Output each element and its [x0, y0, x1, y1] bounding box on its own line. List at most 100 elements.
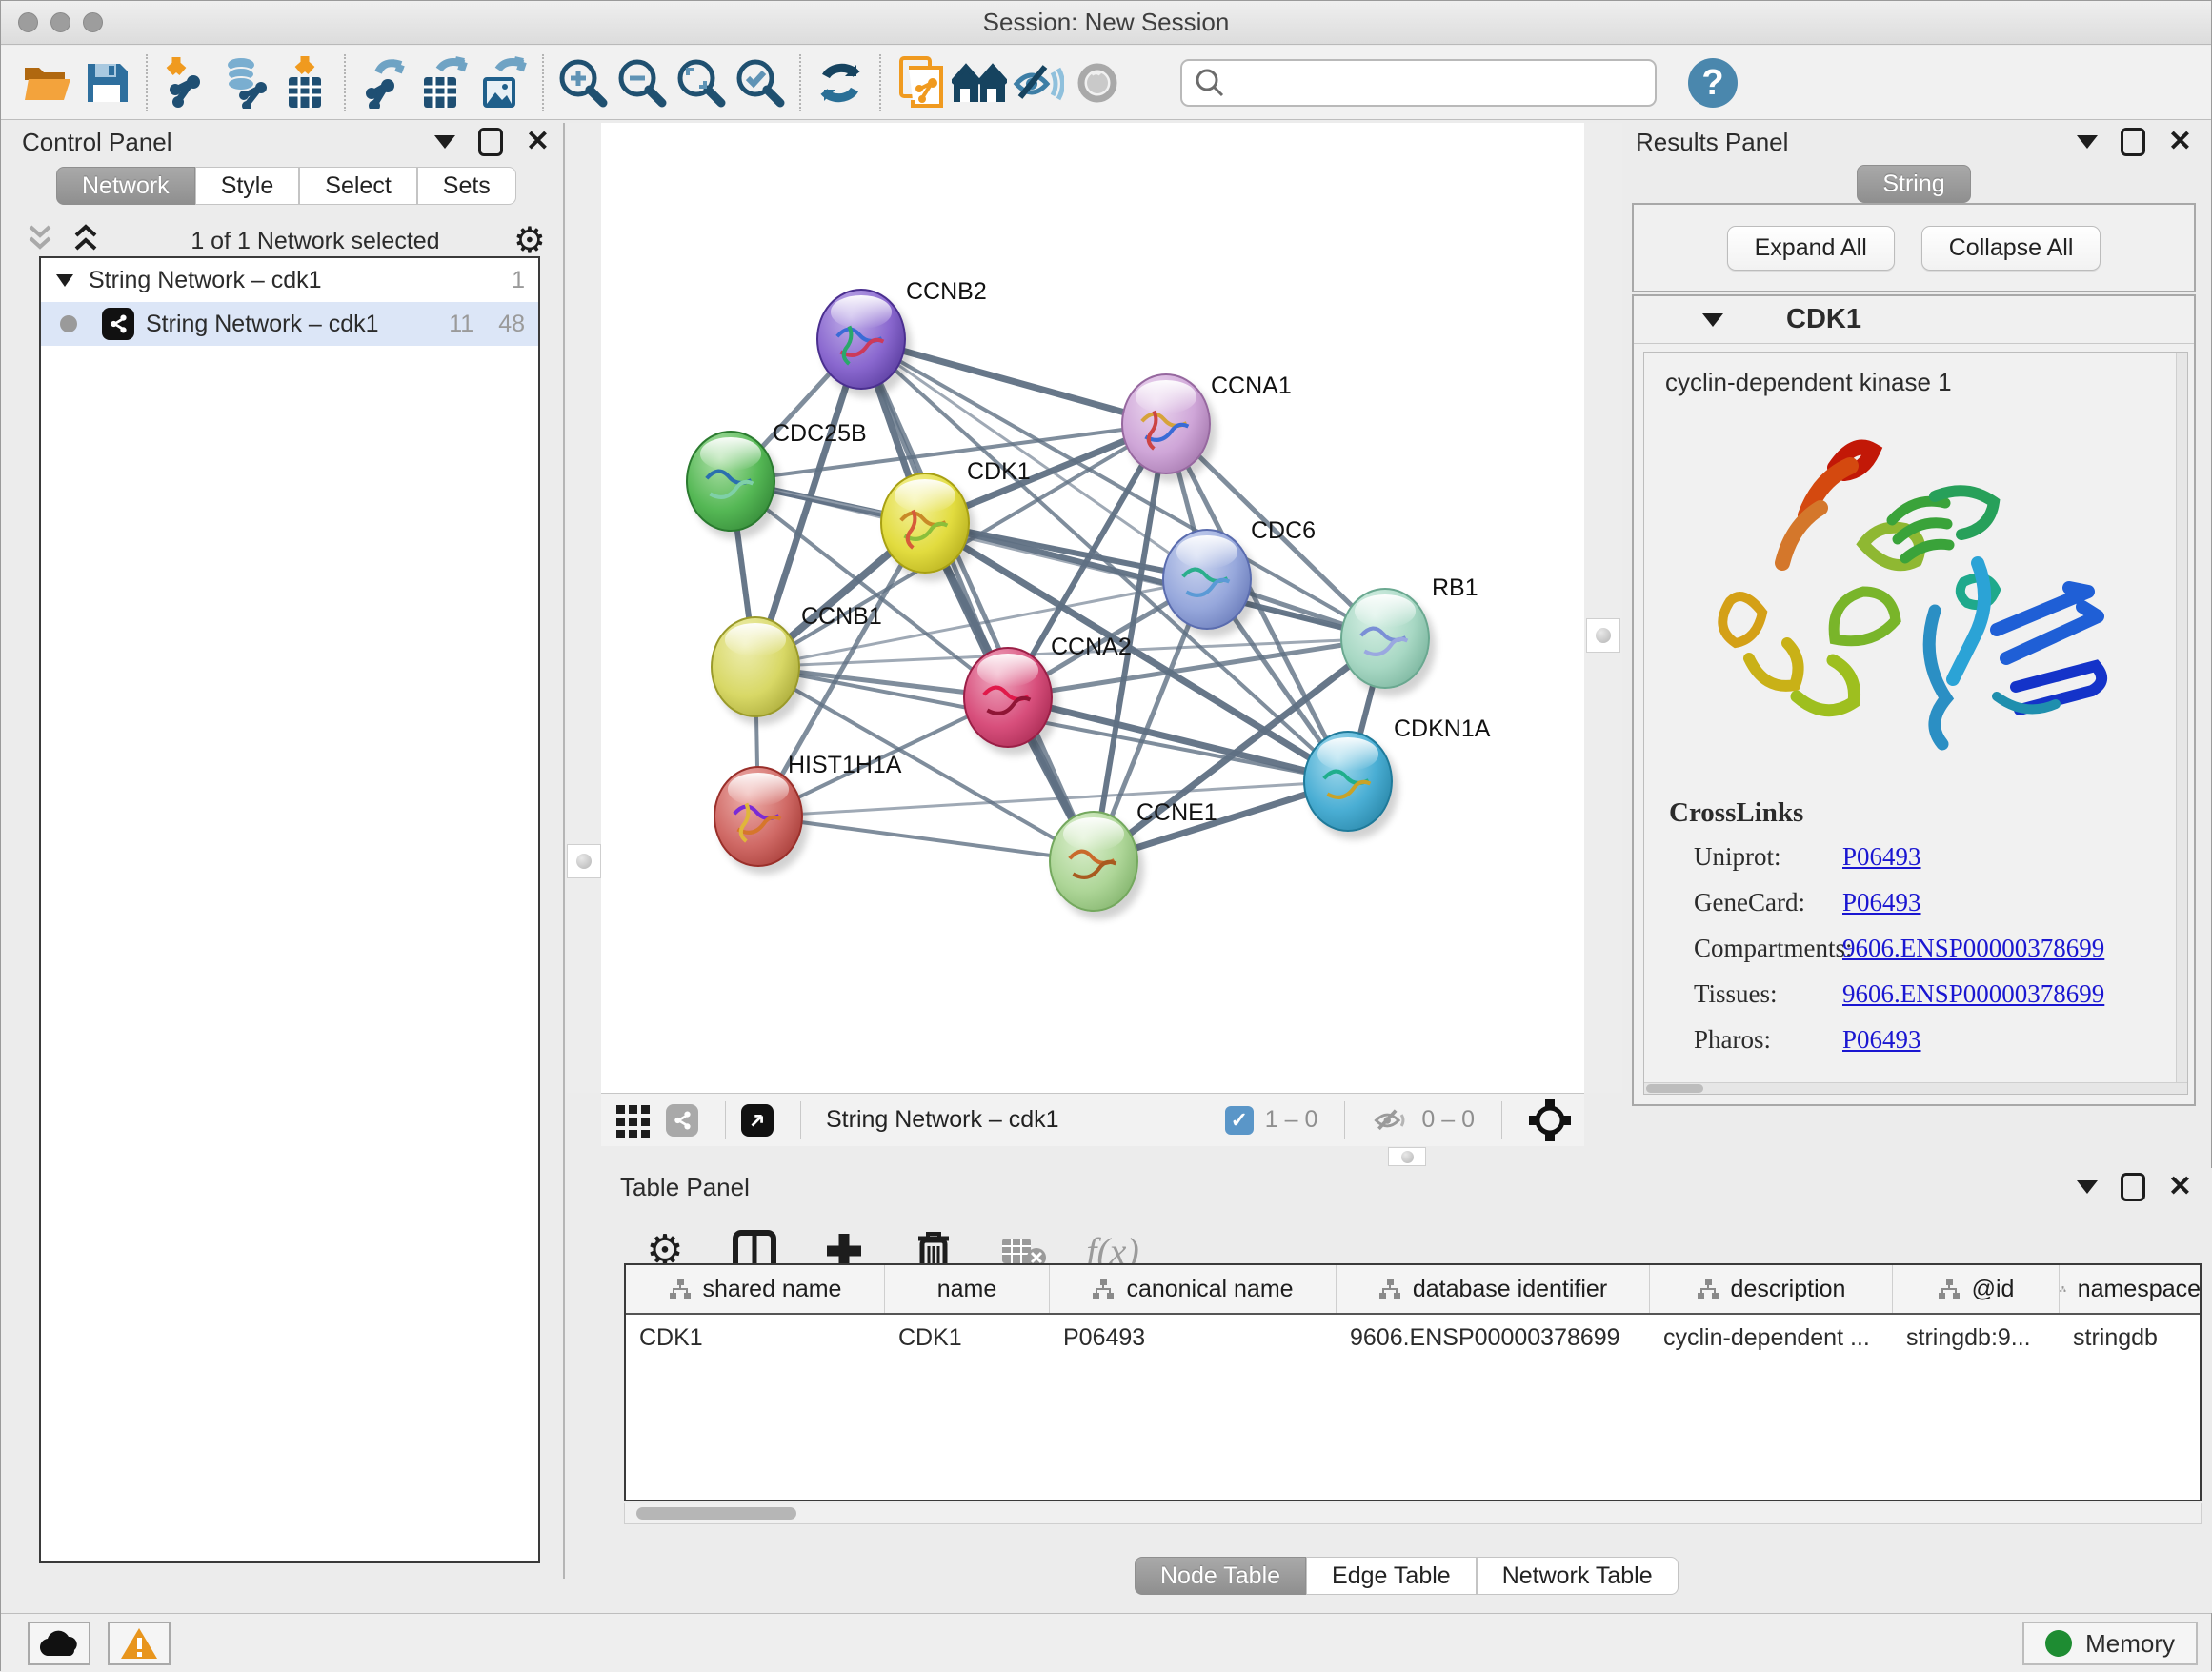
control-panel-menu-icon[interactable] — [434, 135, 455, 149]
zoom-fit-button[interactable] — [672, 53, 731, 112]
right-splitter-handle[interactable] — [1586, 618, 1620, 653]
cell-shared-name[interactable]: CDK1 — [626, 1315, 885, 1360]
edge-HIST1H1A-CCNE1[interactable] — [758, 816, 1094, 861]
horizontal-splitter-handle[interactable] — [1388, 1147, 1426, 1166]
selected-checkbox-icon[interactable]: ✓ — [1225, 1106, 1254, 1135]
node-CCNE1[interactable] — [1049, 811, 1138, 912]
hide-selected-button[interactable] — [1009, 53, 1068, 112]
import-network-database-button[interactable] — [216, 53, 275, 112]
table-panel-close-icon[interactable]: ✕ — [2168, 1173, 2192, 1201]
node-CDC25B[interactable] — [686, 431, 775, 532]
scrollbar-thumb[interactable] — [636, 1507, 796, 1520]
left-splitter-handle[interactable] — [567, 844, 601, 878]
crosslink-pharos-link[interactable]: P06493 — [1842, 1025, 1921, 1055]
memory-button[interactable]: Memory — [2022, 1622, 2198, 1665]
node-CDKN1A[interactable] — [1303, 731, 1393, 832]
birdseye-grid-icon[interactable] — [614, 1101, 653, 1139]
gene-collapse-icon[interactable] — [1702, 313, 1723, 327]
crosslink-compartments-link[interactable]: 9606.ENSP00000378699 — [1842, 934, 2104, 963]
collection-expand-icon[interactable] — [54, 272, 75, 289]
column-header-shared-name[interactable]: shared name — [626, 1265, 885, 1313]
node-CCNB1[interactable] — [711, 616, 800, 717]
table-horizontal-scrollbar[interactable] — [624, 1503, 2202, 1524]
expand-all-networks-icon[interactable] — [71, 223, 100, 260]
column-header-description[interactable]: description — [1650, 1265, 1893, 1313]
warnings-button[interactable] — [108, 1622, 171, 1665]
export-table-button[interactable] — [414, 53, 473, 112]
import-table-button[interactable] — [275, 53, 334, 112]
export-image-button[interactable] — [473, 53, 533, 112]
zoom-in-button[interactable] — [553, 53, 613, 112]
tab-edge-table[interactable]: Edge Table — [1306, 1557, 1477, 1595]
expand-all-button[interactable]: Expand All — [1727, 226, 1895, 271]
tab-network-table[interactable]: Network Table — [1477, 1557, 1679, 1595]
zoom-selected-button[interactable] — [731, 53, 790, 112]
node-CCNA1[interactable] — [1121, 373, 1211, 474]
cell-description[interactable]: cyclin-dependent ... — [1650, 1315, 1893, 1360]
cell-database-identifier[interactable]: 9606.ENSP00000378699 — [1337, 1315, 1650, 1360]
string-view-icon[interactable] — [666, 1104, 698, 1137]
cell-canonical-name[interactable]: P06493 — [1050, 1315, 1337, 1360]
help-button[interactable]: ? — [1683, 53, 1742, 112]
table-panel-float-icon[interactable] — [2121, 1173, 2145, 1201]
control-panel-float-icon[interactable] — [478, 128, 503, 156]
collapse-all-button[interactable]: Collapse All — [1921, 226, 2101, 271]
column-header-canonical-name[interactable]: canonical name — [1050, 1265, 1337, 1313]
tab-node-table[interactable]: Node Table — [1135, 1557, 1306, 1595]
tab-string-results[interactable]: String — [1857, 165, 1970, 203]
import-network-file-button[interactable] — [157, 53, 216, 112]
show-hidden-button[interactable] — [1068, 53, 1127, 112]
results-panel-float-icon[interactable] — [2121, 128, 2145, 156]
cloud-status-button[interactable] — [28, 1622, 90, 1665]
crosslink-tissues-link[interactable]: 9606.ENSP00000378699 — [1842, 979, 2104, 1009]
network-collection-row[interactable]: String Network – cdk1 1 — [41, 258, 538, 302]
column-header-database-identifier[interactable]: database identifier — [1337, 1265, 1650, 1313]
node-table[interactable]: shared namenamecanonical namedatabase id… — [624, 1263, 2202, 1501]
column-header-namespace[interactable]: namespace — [2060, 1265, 2202, 1313]
cell-name[interactable]: CDK1 — [885, 1315, 1050, 1360]
zoom-window-button[interactable] — [83, 12, 103, 32]
close-window-button[interactable] — [18, 12, 38, 32]
window-controls[interactable] — [18, 12, 103, 32]
cell--id[interactable]: stringdb:9... — [1893, 1315, 2060, 1360]
network-canvas[interactable]: CCNB2CCNA1CDC25BCDK1CDC6RB1CCNB1CCNA2CDK… — [601, 123, 1584, 1093]
edge-CCNB2-CCNE1[interactable] — [861, 339, 1094, 861]
search-box[interactable] — [1180, 59, 1657, 107]
results-vertical-scrollbar[interactable] — [2176, 353, 2187, 1094]
node-CCNA2[interactable] — [963, 647, 1053, 748]
node-RB1[interactable] — [1340, 588, 1430, 689]
new-network-from-selection-button[interactable] — [891, 53, 950, 112]
results-panel-menu-icon[interactable] — [2077, 135, 2098, 149]
minimize-window-button[interactable] — [50, 12, 70, 32]
export-network-button[interactable] — [355, 53, 414, 112]
crosslink-genecard-link[interactable]: P06493 — [1842, 888, 1921, 917]
table-panel-menu-icon[interactable] — [2077, 1180, 2098, 1194]
open-external-view-icon[interactable] — [741, 1104, 774, 1137]
cell-namespace[interactable]: stringdb — [2060, 1315, 2202, 1360]
tab-sets[interactable]: Sets — [417, 167, 516, 205]
collapse-all-networks-icon[interactable] — [26, 223, 54, 260]
tab-select[interactable]: Select — [299, 167, 416, 205]
network-row[interactable]: String Network – cdk1 11 48 — [41, 302, 538, 346]
show-graphics-details-button[interactable] — [950, 53, 1009, 112]
node-CCNB2[interactable] — [816, 289, 906, 390]
column-header-name[interactable]: name — [885, 1265, 1050, 1313]
crosslink-uniprot-link[interactable]: P06493 — [1842, 842, 1921, 872]
zoom-out-button[interactable] — [613, 53, 672, 112]
tab-style[interactable]: Style — [195, 167, 300, 205]
control-panel-close-icon[interactable]: ✕ — [526, 128, 550, 156]
open-session-button[interactable] — [18, 53, 77, 112]
table-row[interactable]: CDK1CDK1P064939606.ENSP00000378699cyclin… — [626, 1315, 2200, 1360]
tab-network[interactable]: Network — [56, 167, 195, 205]
crosshair-icon[interactable] — [1529, 1099, 1571, 1141]
results-panel-close-icon[interactable]: ✕ — [2168, 128, 2192, 156]
results-horizontal-scrollbar[interactable] — [1644, 1082, 2187, 1094]
node-CDC6[interactable] — [1162, 529, 1252, 630]
save-session-button[interactable] — [77, 53, 136, 112]
refresh-view-button[interactable] — [811, 53, 870, 112]
column-header--id[interactable]: @id — [1893, 1265, 2060, 1313]
network-options-gear-icon[interactable]: ⚙ — [513, 223, 546, 259]
node-CDK1[interactable] — [880, 473, 970, 574]
node-HIST1H1A[interactable] — [714, 766, 803, 867]
search-input[interactable] — [1226, 70, 1643, 96]
